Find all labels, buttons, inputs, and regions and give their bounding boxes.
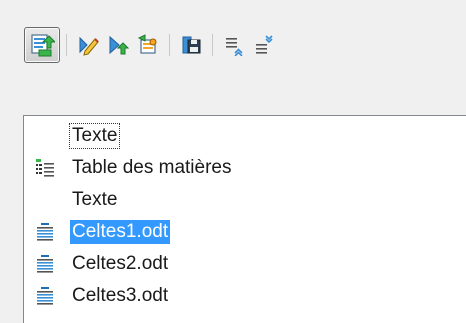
file-icon <box>36 287 54 305</box>
save-contents-button[interactable] <box>176 30 206 60</box>
edit-icon <box>79 36 99 56</box>
tree-item-celtes1[interactable]: Celtes1.odt <box>24 216 466 248</box>
promote-level-button[interactable] <box>219 30 249 60</box>
toggle-button[interactable] <box>24 27 60 63</box>
tree-item-label: Texte <box>72 189 118 210</box>
edit-button[interactable] <box>73 30 103 60</box>
navigator-tree[interactable]: Texte Table des matières Texte Celtes1.o… <box>23 115 466 323</box>
insert-button[interactable] <box>133 30 163 60</box>
tree-item-label: Celtes1.odt <box>70 220 171 244</box>
move-up-button[interactable] <box>103 30 133 60</box>
tree-item-label: Celtes2.odt <box>72 253 169 274</box>
index-icon <box>36 159 54 177</box>
promote-level-icon <box>226 38 243 56</box>
navigator-toolbar <box>24 26 279 64</box>
toolbar-separator <box>66 34 67 56</box>
navigator-toggle-icon <box>31 34 55 57</box>
file-icon <box>36 255 54 273</box>
tree-item-celtes3[interactable]: Celtes3.odt <box>24 280 466 312</box>
tree-item-celtes2[interactable]: Celtes2.odt <box>24 248 466 280</box>
demote-level-icon <box>256 35 273 54</box>
move-up-icon <box>109 35 129 55</box>
tree-item-label: Celtes3.odt <box>72 285 169 306</box>
save-contents-icon <box>182 36 201 54</box>
insert-icon <box>137 34 157 54</box>
tree-item-label: Table des matières <box>72 157 232 178</box>
tree-item-texte-1[interactable]: Texte <box>24 120 466 152</box>
tree-item-texte-2[interactable]: Texte <box>24 184 466 216</box>
demote-level-button[interactable] <box>249 30 279 60</box>
toolbar-separator <box>212 34 213 56</box>
tree-item-label: Texte <box>68 123 121 149</box>
file-icon <box>36 223 54 241</box>
toolbar-separator <box>169 34 170 56</box>
tree-item-table-des-matieres[interactable]: Table des matières <box>24 152 466 184</box>
